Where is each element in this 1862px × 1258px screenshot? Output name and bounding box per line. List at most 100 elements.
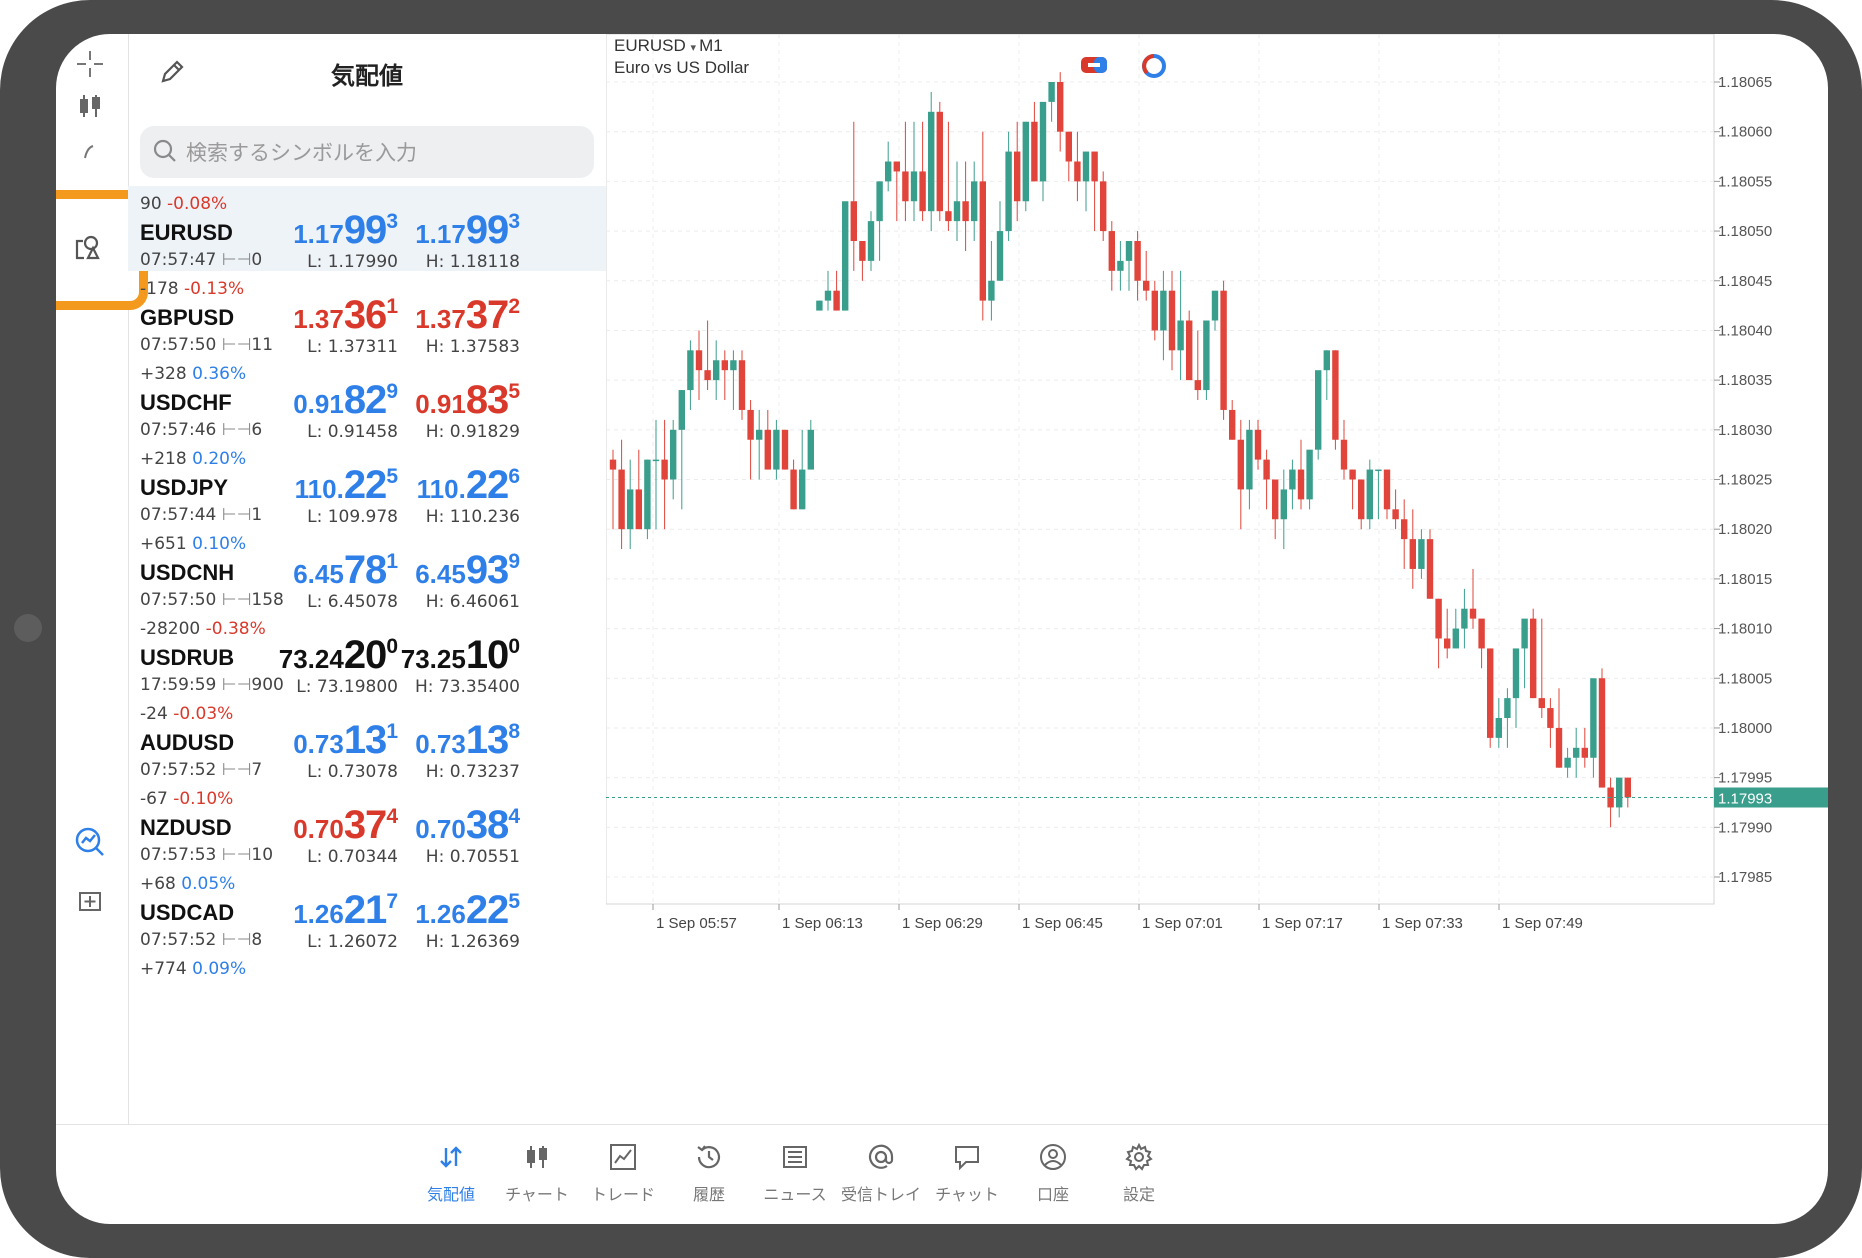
- spread-icon: ⊢⊣: [221, 420, 252, 440]
- bid-price[interactable]: 6.45781: [258, 548, 398, 593]
- quote-row[interactable]: +68 0.05% USDCAD 07:57:52 ⊢⊣8 1.26217 1.2622…: [128, 866, 606, 952]
- candle-body: [850, 201, 857, 241]
- quote-change: -28200 -0.38%: [140, 619, 266, 639]
- one-click-trade-icon[interactable]: [1080, 54, 1108, 80]
- quote-timestamp: 07:57:50: [140, 590, 217, 610]
- bid-price[interactable]: 110.225: [258, 463, 398, 508]
- timer-icon[interactable]: [1140, 52, 1168, 84]
- nav-mail[interactable]: 受信トレイ: [831, 1137, 931, 1205]
- nav-label: 口座: [1036, 1185, 1069, 1204]
- bid-price[interactable]: 1.37361: [258, 293, 398, 338]
- symbol-search-input[interactable]: 検索するシンボルを入力: [140, 126, 594, 178]
- nav-label: 受信トレイ: [840, 1185, 921, 1204]
- candle-body: [1487, 648, 1494, 738]
- bid-price[interactable]: 0.70374: [258, 803, 398, 848]
- bid-price[interactable]: 0.91829: [258, 378, 398, 423]
- quote-timestamp: 17:59:59: [140, 675, 217, 695]
- change-points: +328: [140, 364, 187, 384]
- candle-body: [670, 429, 677, 480]
- bid-price[interactable]: 1.26217: [258, 888, 398, 933]
- candle-body: [876, 181, 883, 222]
- candle-body: [824, 290, 832, 301]
- candle-body: [885, 161, 892, 182]
- low-price: L: 0.70344: [307, 847, 398, 867]
- bid-price[interactable]: 0.73131: [258, 718, 398, 763]
- price-axis-label: 1.18040: [1718, 322, 1772, 339]
- candle-body: [988, 280, 995, 301]
- bid-small: 73.24: [278, 644, 344, 674]
- quote-change: -67 -0.10%: [140, 789, 233, 809]
- candle-type-icon[interactable]: [70, 86, 110, 126]
- candle-body: [1263, 459, 1270, 480]
- candle-body: [953, 201, 961, 222]
- quote-row[interactable]: 90 -0.08% EURUSD 07:57:47 ⊢⊣0 1.17993 1.1799…: [128, 186, 606, 272]
- time-axis-label: 1 Sep 07:17: [1262, 915, 1343, 932]
- nav-chat[interactable]: チャット: [917, 1137, 1017, 1205]
- quote-symbol: USDCNH: [140, 560, 235, 585]
- candle-body: [1194, 380, 1201, 391]
- ask-price[interactable]: 1.26225: [380, 888, 520, 933]
- nav-quotes[interactable]: 気配値: [401, 1137, 501, 1205]
- candlestick-chart[interactable]: 1.18065 1.18060 1.18055 1.18050 1.18045 1.180…: [606, 34, 1828, 1124]
- ask-price[interactable]: 1.37372: [380, 293, 520, 338]
- ask-price[interactable]: 6.45939: [380, 548, 520, 593]
- high-price: H: 73.35400: [414, 677, 520, 697]
- quote-row[interactable]: -24 -0.03% AUDUSD 07:57:52 ⊢⊣7 0.73131 0.731…: [128, 696, 606, 782]
- candle-body: [1005, 151, 1012, 232]
- candle-body: [1246, 429, 1253, 490]
- candle-body: [1160, 290, 1167, 331]
- candle-body: [910, 171, 918, 202]
- candle-body: [1125, 241, 1133, 261]
- nav-account[interactable]: 口座: [1003, 1137, 1103, 1205]
- time-axis-label: 1 Sep 06:13: [782, 915, 863, 932]
- nav-trade[interactable]: トレード: [573, 1137, 673, 1205]
- chart-symbol-label[interactable]: EURUSD ▾ M1: [614, 36, 723, 56]
- ask-price[interactable]: 1.17993: [380, 208, 520, 253]
- bid-price[interactable]: 73.24200: [258, 633, 398, 678]
- ask-tail: 2: [508, 295, 520, 318]
- candle-body: [1082, 151, 1090, 182]
- quote-row[interactable]: +774 0.09%: [128, 951, 606, 1036]
- quote-row[interactable]: +328 0.36% USDCHF 07:57:46 ⊢⊣6 0.91829 0.918…: [128, 356, 606, 442]
- nav-chart[interactable]: チャート: [487, 1137, 587, 1205]
- candle-body: [1108, 231, 1115, 271]
- candle-body: [807, 429, 814, 470]
- nav-settings[interactable]: 設定: [1089, 1137, 1189, 1205]
- nav-history[interactable]: 履歴: [659, 1137, 759, 1205]
- candle-body: [833, 290, 840, 311]
- candle-body: [1469, 608, 1477, 619]
- new-chart-icon[interactable]: [70, 880, 110, 920]
- candle-body: [1547, 708, 1554, 728]
- price-axis-label: 1.18025: [1718, 472, 1772, 489]
- spread-icon: ⊢⊣: [221, 930, 252, 950]
- trading-signals-icon[interactable]: [70, 822, 110, 862]
- ask-price[interactable]: 0.70384: [380, 803, 520, 848]
- change-points: -178: [140, 279, 179, 299]
- quote-row[interactable]: +218 0.20% USDJPY 07:57:44 ⊢⊣1 110.225 110.2…: [128, 441, 606, 527]
- candle-body: [919, 171, 926, 212]
- indicator-icon[interactable]: [70, 130, 110, 170]
- quote-row[interactable]: -178 -0.13% GBPUSD 07:57:50 ⊢⊣11 1.37361 1.3…: [128, 271, 606, 357]
- candle-body: [1349, 469, 1356, 480]
- nav-news[interactable]: ニュース: [745, 1137, 845, 1205]
- ask-price[interactable]: 0.73138: [380, 718, 520, 763]
- quote-row[interactable]: +651 0.10% USDCNH 07:57:50 ⊢⊣158 6.45781 6.4…: [128, 526, 606, 612]
- time-axis-label: 1 Sep 07:49: [1502, 915, 1583, 932]
- candle-body: [1091, 151, 1098, 182]
- bid-price[interactable]: 1.17993: [258, 208, 398, 253]
- chart-area[interactable]: 1.18065 1.18060 1.18055 1.18050 1.18045 1.180…: [606, 34, 1828, 1124]
- crosshair-icon[interactable]: [70, 44, 110, 84]
- bid-small: 6.45: [293, 559, 344, 589]
- ask-price[interactable]: 110.226: [380, 463, 520, 508]
- dropdown-caret-icon: ▾: [690, 42, 700, 54]
- ask-price[interactable]: 73.25100: [380, 633, 520, 678]
- quote-row[interactable]: -67 -0.10% NZDUSD 07:57:53 ⊢⊣10 0.70374 0.70…: [128, 781, 606, 867]
- quote-row[interactable]: -28200 -0.38% USDRUB 17:59:59 ⊢⊣900 73.2420…: [128, 611, 606, 697]
- ask-price[interactable]: 0.91835: [380, 378, 520, 423]
- candle-body: [928, 111, 935, 212]
- quote-timestamp: 07:57:50: [140, 335, 217, 355]
- candle-body: [1229, 409, 1236, 440]
- spread-icon: ⊢⊣: [221, 335, 252, 355]
- price-axis-label: 1.18030: [1718, 422, 1772, 439]
- price-axis-label: 1.18050: [1718, 223, 1772, 240]
